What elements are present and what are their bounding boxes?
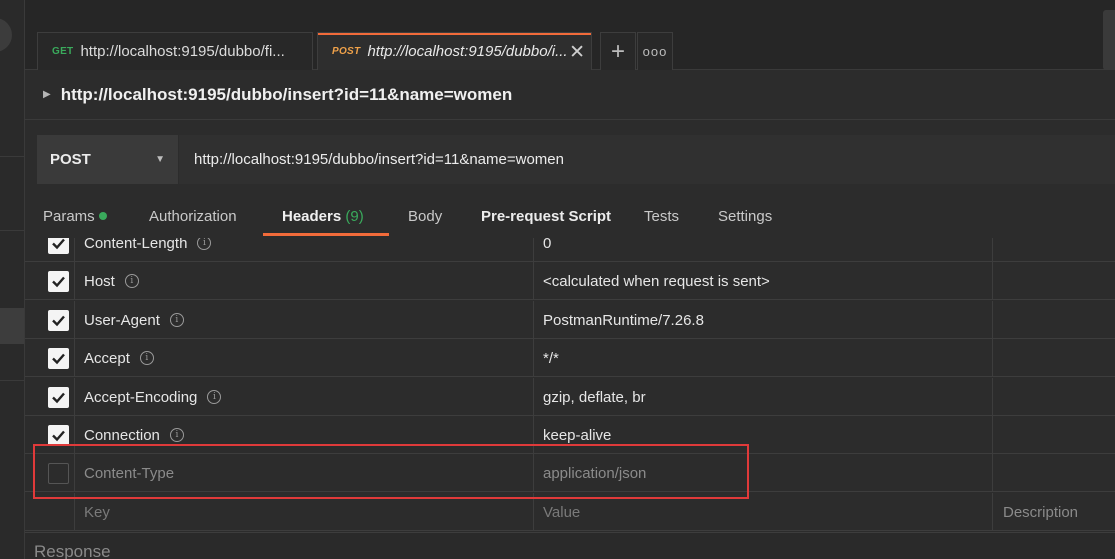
sidebar-selected-item[interactable]	[0, 308, 24, 344]
sidebar-divider	[0, 230, 24, 231]
tab-bar: GET http://localhost:9195/dubbo/fi... PO…	[25, 0, 1115, 70]
table-row: User-Agent i PostmanRuntime/7.26.8	[25, 301, 1115, 339]
header-key: User-Agent	[84, 311, 160, 329]
header-value[interactable]: 0	[534, 238, 993, 262]
row-checkbox[interactable]	[48, 387, 69, 408]
table-row: Accept i */*	[25, 339, 1115, 377]
header-key: Host	[84, 272, 115, 290]
header-value[interactable]: gzip, deflate, br	[534, 378, 993, 416]
sidebar-avatar-icon[interactable]	[0, 18, 12, 52]
info-icon[interactable]: i	[207, 390, 222, 404]
tab-url: http://localhost:9195/dubbo/i...	[367, 43, 568, 60]
request-title-bar: ▶ http://localhost:9195/dubbo/insert?id=…	[25, 70, 1115, 120]
method-select[interactable]: POST ▼	[37, 135, 179, 184]
active-dot-icon	[98, 212, 107, 220]
info-icon[interactable]: i	[139, 351, 154, 365]
more-tabs-button[interactable]: ooo	[637, 32, 673, 70]
response-label: Response	[34, 542, 111, 559]
left-sidebar	[0, 0, 25, 559]
request-tabs: Params Authorization Headers (9) Body Pr…	[25, 198, 1115, 238]
caret-right-icon[interactable]: ▶	[43, 89, 51, 100]
description-input[interactable]: Description	[993, 493, 1115, 531]
method-select-value: POST	[50, 151, 91, 168]
info-icon[interactable]: i	[124, 274, 139, 288]
row-checkbox[interactable]	[48, 348, 69, 369]
row-checkbox[interactable]	[48, 310, 69, 331]
sidebar-divider	[0, 156, 24, 157]
tab-tests[interactable]: Tests	[644, 208, 679, 225]
scroll-edge	[1103, 10, 1115, 70]
info-icon[interactable]: i	[169, 428, 184, 442]
header-value[interactable]: */*	[534, 339, 993, 377]
tab-post-request[interactable]: POST http://localhost:9195/dubbo/i... ✕	[317, 32, 592, 70]
row-checkbox[interactable]	[48, 238, 69, 254]
header-description[interactable]	[993, 262, 1115, 300]
info-icon[interactable]: i	[169, 313, 184, 327]
header-description[interactable]	[993, 454, 1115, 492]
url-input[interactable]: http://localhost:9195/dubbo/insert?id=11…	[179, 135, 1115, 184]
tab-prerequest-script[interactable]: Pre-request Script	[481, 208, 611, 225]
headers-count-badge: (9)	[345, 208, 364, 225]
annotation-highlight-box	[33, 444, 749, 499]
row-checkbox[interactable]	[48, 425, 69, 446]
header-key: Accept-Encoding	[84, 388, 198, 406]
url-bar: POST ▼ http://localhost:9195/dubbo/inser…	[37, 135, 1115, 184]
tab-params[interactable]: Params	[43, 208, 107, 225]
table-row: Host i <calculated when request is sent>	[25, 262, 1115, 300]
row-checkbox[interactable]	[48, 271, 69, 292]
chevron-down-icon: ▼	[155, 154, 165, 165]
tab-params-label: Params	[43, 208, 95, 225]
request-title[interactable]: http://localhost:9195/dubbo/insert?id=11…	[61, 85, 513, 105]
postman-app: GET http://localhost:9195/dubbo/fi... PO…	[0, 0, 1115, 559]
response-panel-header: Response	[25, 532, 1115, 559]
info-icon[interactable]: i	[197, 238, 212, 250]
tab-headers-label: Headers	[282, 208, 342, 225]
tab-headers[interactable]: Headers (9)	[282, 208, 364, 225]
sidebar-divider	[0, 380, 24, 381]
tab-get-request[interactable]: GET http://localhost:9195/dubbo/fi...	[37, 32, 313, 70]
header-description[interactable]	[993, 339, 1115, 377]
main-panel: GET http://localhost:9195/dubbo/fi... PO…	[25, 0, 1115, 559]
tab-method-badge: POST	[332, 46, 361, 57]
header-key: Accept	[84, 349, 130, 367]
header-description[interactable]	[993, 301, 1115, 339]
header-key: Content-Length	[84, 238, 188, 252]
tab-url: http://localhost:9195/dubbo/fi...	[80, 43, 285, 60]
header-value[interactable]: PostmanRuntime/7.26.8	[534, 301, 993, 339]
close-icon[interactable]: ✕	[569, 41, 585, 64]
header-description[interactable]	[993, 416, 1115, 454]
table-row: Content-Length i 0	[25, 238, 1115, 262]
tab-authorization[interactable]: Authorization	[149, 208, 237, 225]
active-tab-underline	[263, 233, 389, 236]
new-tab-button[interactable]: +	[600, 32, 636, 70]
header-value[interactable]: <calculated when request is sent>	[534, 262, 993, 300]
header-key: Connection	[84, 426, 160, 444]
tab-body[interactable]: Body	[408, 208, 442, 225]
tab-settings[interactable]: Settings	[718, 208, 772, 225]
header-description[interactable]	[993, 238, 1115, 262]
table-row: Accept-Encoding i gzip, deflate, br	[25, 378, 1115, 416]
tab-method-badge: GET	[52, 46, 74, 57]
header-description[interactable]	[993, 378, 1115, 416]
